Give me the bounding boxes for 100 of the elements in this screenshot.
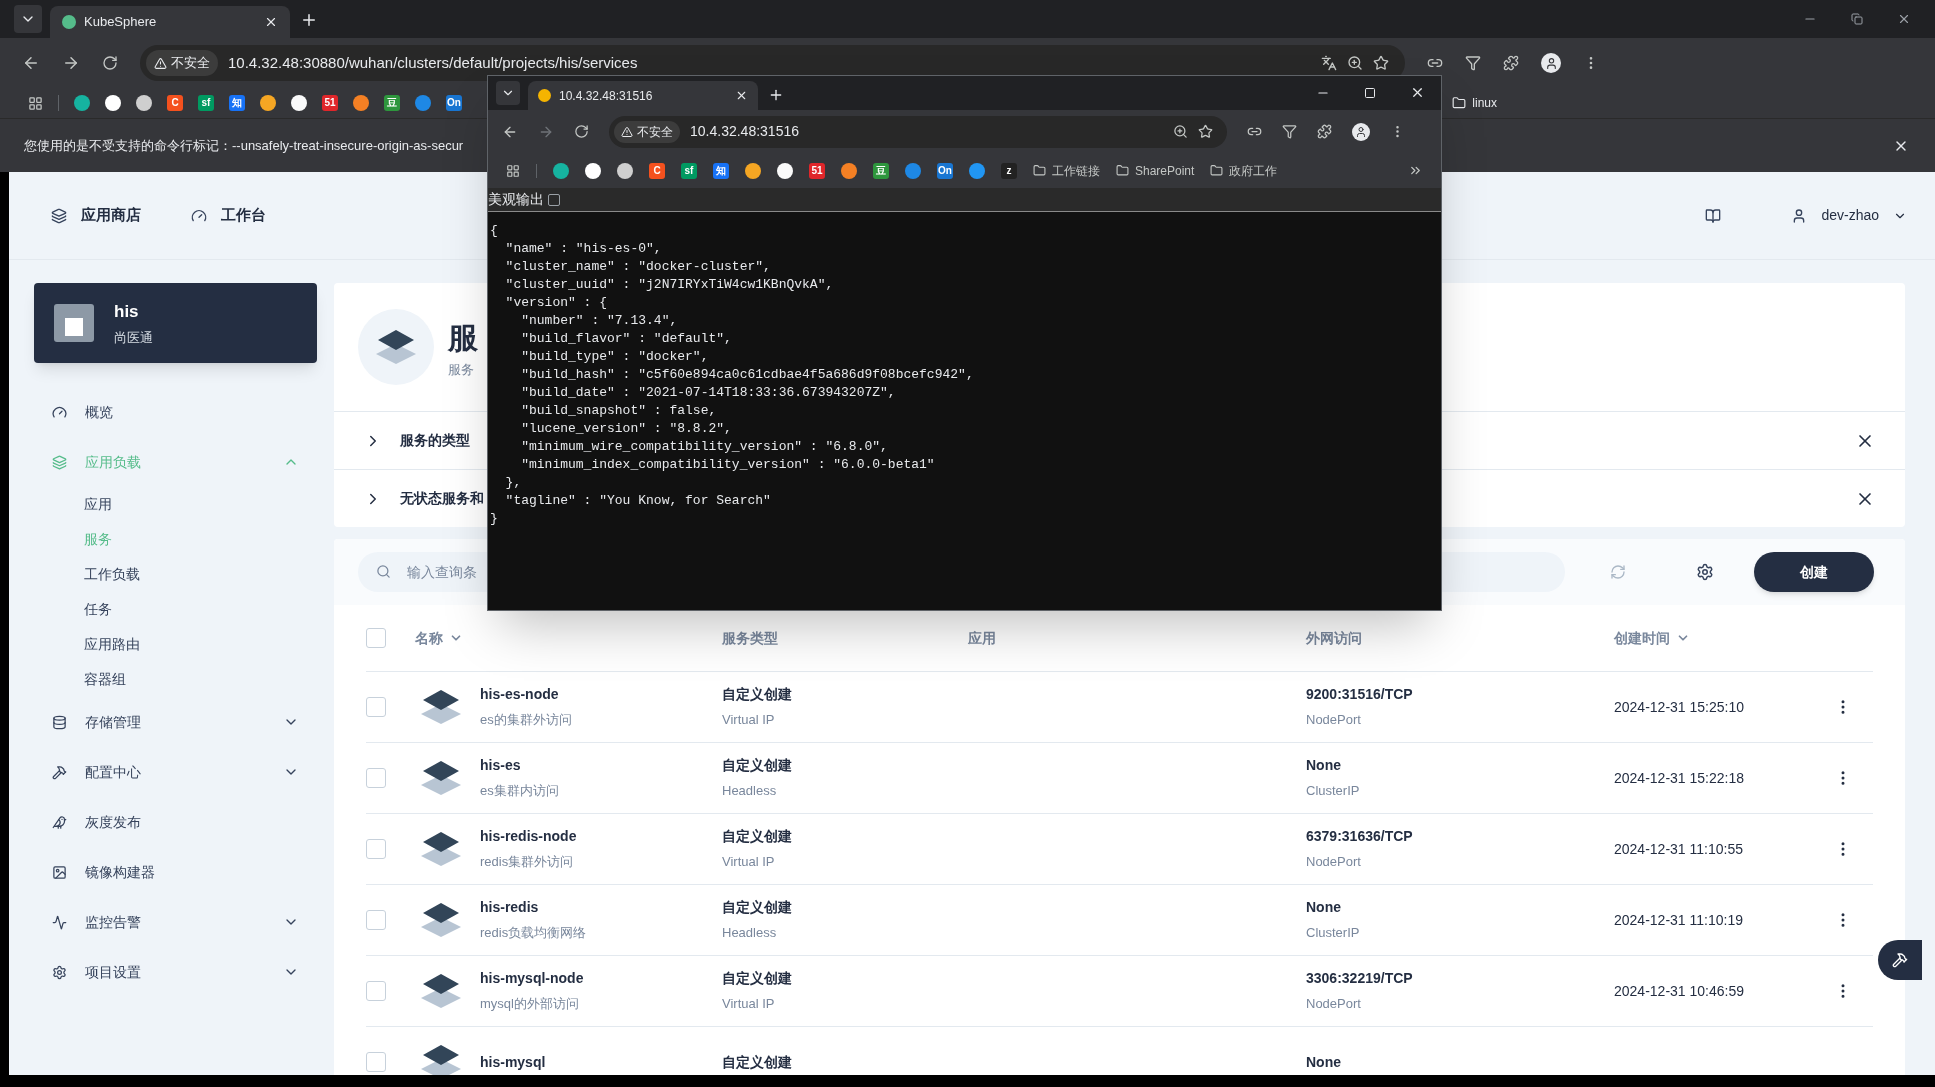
bookmark-favicon[interactable]: 51 (322, 95, 338, 111)
bookmark-favicon-icon[interactable] (777, 162, 793, 179)
profile-icon[interactable] (1352, 122, 1370, 141)
bookmark-folder[interactable]: 政府工作 (1210, 161, 1278, 180)
translate-icon[interactable] (1321, 55, 1337, 71)
external-access: None (1306, 898, 1342, 918)
bookmark-favicon[interactable]: 51 (809, 162, 825, 179)
bookmark-favicon-icon[interactable] (260, 95, 276, 111)
apps-icon[interactable] (28, 95, 43, 111)
browser-tab[interactable]: KubeSphere (50, 6, 290, 38)
service-name-link[interactable]: his-mysql-node (480, 968, 722, 990)
bookmark-favicon-icon[interactable] (585, 162, 601, 179)
project-alias: 尚医通 (114, 329, 153, 347)
extensions-icon[interactable] (1503, 55, 1519, 71)
reload-icon[interactable] (102, 55, 118, 71)
bookmark-favicon[interactable]: On (937, 162, 953, 179)
checkbox[interactable] (366, 697, 386, 717)
bookmark-favicon[interactable]: 豆 (873, 162, 889, 179)
bookmark-star-icon[interactable] (1198, 124, 1213, 139)
service-name-link[interactable]: his-mysql (480, 1051, 722, 1073)
new-tab-icon[interactable] (768, 87, 784, 103)
new-tab-icon[interactable] (300, 11, 318, 29)
external-access: 9200:31516/TCP (1306, 685, 1414, 705)
docs-icon[interactable] (1705, 207, 1722, 224)
sidebar-subitem[interactable]: 容器组 (34, 662, 317, 697)
bookmark-favicon[interactable]: z (1001, 162, 1017, 179)
service-name-link[interactable]: his-es-node (480, 684, 722, 706)
sidebar-item[interactable]: 存储管理 (34, 697, 317, 747)
profile-icon[interactable] (1541, 53, 1561, 73)
sidebar-item[interactable]: 监控告警 (34, 897, 317, 947)
sidebar-subitem[interactable]: 任务 (34, 592, 317, 627)
bookmark-folder[interactable]: 工作链接 (1033, 161, 1100, 180)
service-name-link[interactable]: his-es (480, 755, 722, 777)
checkbox[interactable] (366, 839, 386, 859)
project-card[interactable]: his 尚医通 (34, 283, 317, 363)
sidebar-item[interactable]: 项目设置 (34, 947, 317, 997)
bookmark-favicon[interactable]: 豆 (384, 95, 400, 111)
checkbox[interactable] (366, 981, 386, 1001)
zoom-icon[interactable] (1173, 124, 1188, 139)
bookmark-favicon[interactable]: sf (681, 162, 697, 179)
sidebar-subitem[interactable]: 应用 (34, 487, 317, 522)
sidebar-item[interactable]: 镜像构建器 (34, 847, 317, 897)
user-menu[interactable]: dev-zhao (1791, 205, 1907, 226)
bookmark-favicon-icon[interactable] (105, 95, 121, 111)
page-title: 服 (448, 319, 478, 356)
column-header[interactable]: 创建时间 (1614, 627, 1834, 649)
close-tab-icon[interactable] (735, 89, 748, 102)
notice-title[interactable]: 服务的类型 (400, 430, 470, 451)
bookmark-favicon-icon[interactable] (136, 95, 152, 111)
sidebar-subitem[interactable]: 应用路由 (34, 627, 317, 662)
service-name-link[interactable]: his-redis-node (480, 826, 722, 848)
checkbox[interactable] (366, 768, 386, 788)
gauge-icon (52, 404, 67, 420)
security-chip[interactable]: 不安全 (614, 120, 680, 143)
zoom-icon[interactable] (1347, 55, 1363, 71)
tab-list-button[interactable] (14, 5, 42, 33)
restore-icon[interactable] (1851, 13, 1863, 25)
apps-icon[interactable] (506, 163, 520, 178)
url-text: 10.4.32.48:31516 (690, 122, 800, 141)
bookmark-favicon[interactable]: On (446, 95, 462, 111)
close-icon[interactable] (1410, 85, 1425, 100)
maximize-icon[interactable] (1364, 86, 1376, 99)
gauge-icon (191, 207, 207, 224)
address-bar[interactable]: 不安全 10.4.32.48:31516 (609, 115, 1227, 148)
bookmark-folder[interactable]: linux (1452, 94, 1497, 112)
bookmark-favicon-icon[interactable] (617, 162, 633, 179)
toolbox-button[interactable] (1878, 940, 1922, 980)
service-name-link[interactable]: his-redis (480, 897, 722, 919)
create-button[interactable]: 创建 (1754, 552, 1874, 592)
bookmark-folder[interactable]: SharePoint (1116, 161, 1195, 180)
sidebar-item[interactable]: 灰度发布 (34, 797, 317, 847)
bookmark-favicon-icon[interactable] (745, 162, 761, 179)
bookmark-favicon[interactable]: 知 (713, 162, 729, 179)
extensions-icon[interactable] (1317, 124, 1332, 139)
checkbox[interactable] (366, 910, 386, 930)
reload-icon[interactable] (574, 124, 589, 139)
sidebar-item[interactable]: 概览 (34, 387, 317, 437)
top-nav-link[interactable]: 工作台 (191, 204, 266, 227)
bookmark-favicon-icon[interactable] (291, 95, 307, 111)
close-tab-icon[interactable] (264, 15, 278, 29)
bookmark-favicon[interactable]: sf (198, 95, 214, 111)
browser-tab[interactable]: 10.4.32.48:31516 (528, 81, 758, 110)
forward-icon[interactable] (62, 54, 80, 72)
security-chip[interactable]: 不安全 (146, 50, 218, 76)
checkbox[interactable] (366, 628, 386, 648)
close-icon[interactable] (1897, 12, 1911, 26)
column-header[interactable]: 名称 (415, 627, 722, 649)
sidebar-item[interactable]: 配置中心 (34, 747, 317, 797)
checkbox[interactable] (366, 1052, 386, 1072)
sidebar-subitem[interactable]: 工作负载 (34, 557, 317, 592)
notice-title[interactable]: 无状态服务和 (400, 488, 484, 509)
settings-icon[interactable] (1696, 563, 1714, 581)
bookmark-star-icon[interactable] (1373, 55, 1389, 71)
service-description: redis集群外访问 (480, 853, 575, 872)
top-nav-link[interactable]: 应用商店 (51, 204, 141, 227)
back-icon[interactable] (22, 54, 40, 72)
pretty-print-checkbox[interactable] (548, 193, 560, 206)
tab-list-button[interactable] (496, 81, 520, 105)
column-header: 服务类型 (722, 628, 779, 648)
bookmark-favicon[interactable]: 知 (229, 95, 245, 111)
